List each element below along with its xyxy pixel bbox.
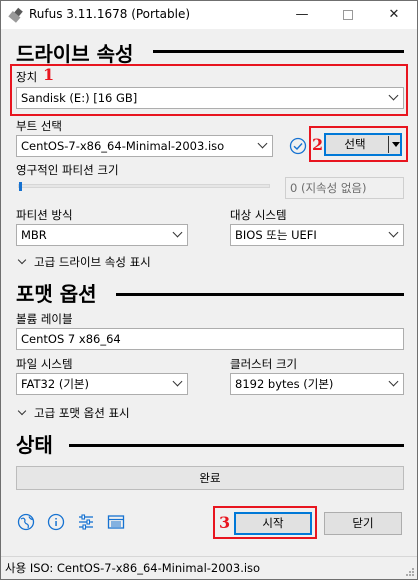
advanced-drive-label: 고급 드라이브 속성 표시	[34, 255, 151, 269]
partition-scheme-select[interactable]: MBR	[16, 224, 188, 246]
slider-thumb[interactable]	[19, 182, 22, 191]
chevron-down-icon	[17, 406, 27, 416]
file-system-select[interactable]: FAT32 (기본)	[16, 373, 188, 395]
annotation-number-3: 3	[219, 513, 231, 532]
target-system-value: BIOS 또는 UEFI	[235, 228, 317, 242]
volume-label-input[interactable]: CentOS 7 x86_64	[16, 328, 404, 350]
volume-label-value: CentOS 7 x86_64	[21, 332, 121, 346]
file-system-label: 파일 시스템	[16, 357, 73, 371]
chevron-down-icon	[388, 90, 399, 101]
chevron-down-icon	[388, 376, 399, 387]
chevron-down-icon	[172, 376, 183, 387]
title-bar: Rufus 3.11.1678 (Portable) — ✕	[1, 1, 417, 29]
partition-scheme-value: MBR	[21, 228, 47, 242]
annotation-number-1: 1	[43, 65, 55, 84]
persistent-size-field[interactable]: 0 (지속성 없음)	[285, 177, 404, 199]
section-divider	[153, 50, 404, 53]
info-icon[interactable]	[47, 513, 65, 531]
boot-selection-label: 부트 선택	[16, 119, 62, 133]
dropdown-arrow-icon[interactable]	[392, 142, 400, 147]
minimize-icon: —	[295, 7, 309, 22]
check-verify-icon[interactable]	[289, 137, 307, 155]
status-text: 완료	[199, 471, 221, 485]
start-button[interactable]: 시작	[234, 512, 312, 535]
annotation-number-2: 2	[312, 135, 324, 154]
device-label: 장치	[16, 70, 38, 84]
target-system-select[interactable]: BIOS 또는 UEFI	[230, 224, 404, 246]
section-divider	[116, 293, 404, 296]
advanced-format-toggle[interactable]: 고급 포맷 옵션 표시	[16, 405, 130, 421]
format-options-heading: 포맷 옵션	[16, 282, 97, 306]
device-value: Sandisk (E:) [16 GB]	[21, 91, 138, 105]
chevron-down-icon	[17, 255, 27, 265]
split-divider	[388, 136, 389, 153]
minimize-button[interactable]: —	[279, 1, 325, 29]
cluster-size-value: 8192 bytes (기본)	[235, 377, 334, 391]
persistent-size-value: 0 (지속성 없음)	[290, 181, 367, 195]
resize-grip-icon[interactable]	[405, 567, 415, 577]
main-content: 드라이브 속성 장치 1 Sandisk (E:) [16 GB] 부트 선택 …	[1, 29, 417, 564]
window-title: Rufus 3.11.1678 (Portable)	[29, 7, 191, 21]
advanced-format-label: 고급 포맷 옵션 표시	[34, 406, 130, 420]
boot-selection-value: CentOS-7-x86_64-Minimal-2003.iso	[21, 139, 225, 153]
section-divider	[69, 444, 404, 447]
select-iso-button[interactable]: 선택	[324, 133, 402, 156]
drive-properties-heading: 드라이브 속성	[16, 42, 134, 66]
chevron-down-icon	[172, 227, 183, 238]
usb-drive-icon	[8, 7, 23, 23]
settings-sliders-icon[interactable]	[77, 513, 95, 531]
maximize-icon	[343, 9, 353, 20]
device-select[interactable]: Sandisk (E:) [16 GB]	[16, 87, 404, 109]
cluster-size-label: 클러스터 크기	[230, 357, 298, 371]
target-system-label: 대상 시스템	[230, 208, 287, 222]
rufus-window: Rufus 3.11.1678 (Portable) — ✕ 드라이브 속성 장…	[0, 0, 418, 580]
boot-selection-select[interactable]: CentOS-7-x86_64-Minimal-2003.iso	[16, 135, 273, 157]
persistent-size-slider[interactable]	[18, 184, 270, 188]
maximize-button[interactable]	[325, 1, 371, 29]
file-system-value: FAT32 (기본)	[21, 377, 89, 391]
log-icon[interactable]	[107, 513, 125, 531]
cluster-size-select[interactable]: 8192 bytes (기본)	[230, 373, 404, 395]
select-button-label: 선택	[344, 137, 366, 151]
close-button[interactable]: 닫기	[324, 512, 402, 535]
close-window-button[interactable]: ✕	[371, 1, 417, 29]
volume-label-label: 볼륨 레이블	[16, 312, 73, 326]
globe-icon[interactable]	[17, 513, 35, 531]
persistent-size-label: 영구적인 파티션 크기	[16, 163, 119, 177]
partition-scheme-label: 파티션 방식	[16, 208, 73, 222]
status-progress-bar: 완료	[16, 466, 404, 490]
status-bar-text: 사용 ISO: CentOS-7-x86_64-Minimal-2003.iso	[5, 561, 261, 575]
chevron-down-icon	[388, 227, 399, 238]
status-bar: 사용 ISO: CentOS-7-x86_64-Minimal-2003.iso	[1, 556, 417, 579]
advanced-drive-toggle[interactable]: 고급 드라이브 속성 표시	[16, 254, 151, 270]
status-heading: 상태	[16, 433, 53, 457]
chevron-down-icon	[257, 138, 268, 149]
close-icon: ✕	[388, 7, 400, 22]
